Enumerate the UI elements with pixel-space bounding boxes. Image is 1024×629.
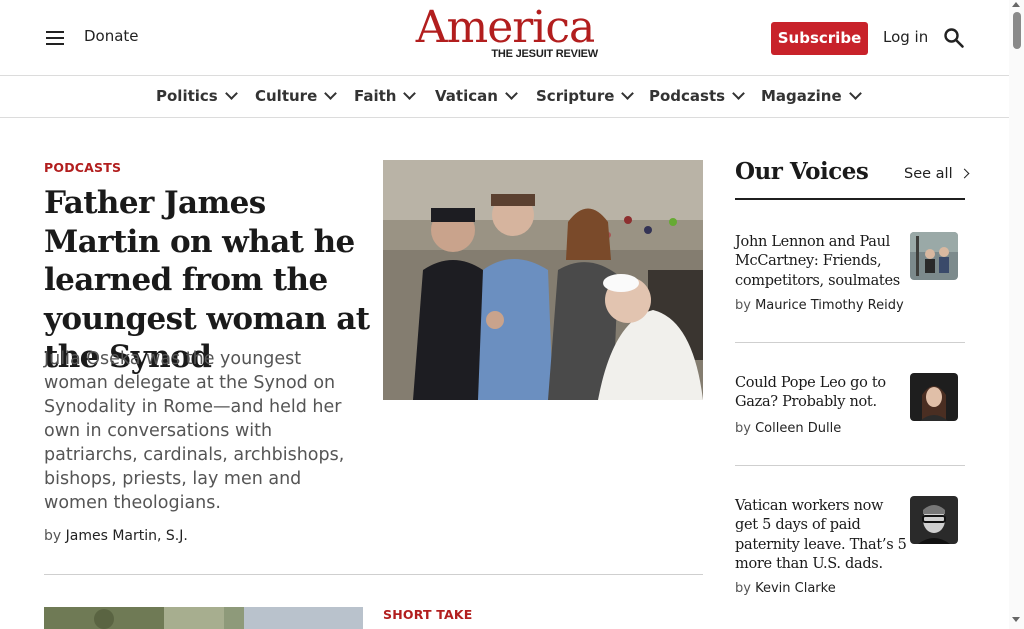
chevron-down-icon bbox=[621, 87, 635, 100]
see-all-label: See all bbox=[904, 166, 953, 182]
author-link[interactable]: James Martin, S.J. bbox=[66, 528, 188, 544]
nav-item-label: Faith bbox=[354, 87, 397, 105]
chevron-down-icon bbox=[324, 87, 338, 100]
voice-item-byline: by Kevin Clarke bbox=[735, 581, 836, 596]
voice-item-title[interactable]: Could Pope Leo go to Gaza? Probably not. bbox=[735, 374, 907, 413]
our-voices-rule bbox=[735, 198, 965, 200]
nav-item-label: Culture bbox=[255, 87, 318, 105]
nav-item-faith[interactable]: Faith bbox=[354, 87, 417, 105]
site-header: Donate America THE JESUIT REVIEW Subscri… bbox=[0, 0, 1009, 76]
nav-item-magazine[interactable]: Magazine bbox=[761, 87, 862, 105]
nav-item-label: Podcasts bbox=[649, 87, 726, 105]
site-logo[interactable]: America THE JESUIT REVIEW bbox=[409, 2, 601, 61]
voice-item-thumbnail[interactable] bbox=[910, 232, 958, 280]
scroll-up-arrow-icon[interactable] bbox=[1012, 2, 1020, 7]
section-divider bbox=[44, 574, 703, 575]
author-link[interactable]: Kevin Clarke bbox=[755, 581, 836, 596]
secondary-story-kicker[interactable]: SHORT TAKE bbox=[383, 607, 473, 622]
nav-item-culture[interactable]: Culture bbox=[255, 87, 338, 105]
chevron-down-icon bbox=[403, 87, 417, 100]
byline-prefix: by bbox=[735, 581, 751, 596]
scroll-down-arrow-icon[interactable] bbox=[1012, 617, 1020, 622]
chevron-down-icon bbox=[224, 87, 238, 100]
chevron-right-icon bbox=[959, 168, 970, 179]
hamburger-menu-icon[interactable] bbox=[44, 27, 68, 49]
story-byline: by James Martin, S.J. bbox=[44, 528, 188, 544]
donate-link[interactable]: Donate bbox=[84, 27, 139, 45]
nav-item-label: Vatican bbox=[435, 87, 498, 105]
search-icon[interactable] bbox=[943, 27, 965, 49]
main-nav: Politics Culture Faith Vatican Scripture… bbox=[0, 77, 1009, 118]
voice-item-divider bbox=[735, 342, 965, 343]
voice-item-divider bbox=[735, 465, 965, 466]
nav-item-podcasts[interactable]: Podcasts bbox=[649, 87, 745, 105]
login-link[interactable]: Log in bbox=[883, 28, 928, 46]
see-all-link[interactable]: See all bbox=[904, 166, 970, 182]
subscribe-button[interactable]: Subscribe bbox=[771, 22, 868, 55]
voice-item-title[interactable]: Vatican workers now get 5 days of paid p… bbox=[735, 497, 907, 574]
chevron-down-icon bbox=[732, 87, 745, 100]
nav-item-scripture[interactable]: Scripture bbox=[536, 87, 635, 105]
story-kicker[interactable]: PODCASTS bbox=[44, 160, 121, 175]
hero-photo[interactable] bbox=[383, 160, 703, 400]
byline-prefix: by bbox=[735, 421, 751, 436]
author-link[interactable]: Maurice Timothy Reidy bbox=[755, 298, 904, 313]
nav-item-vatican[interactable]: Vatican bbox=[435, 87, 518, 105]
voice-item-title[interactable]: John Lennon and Paul McCartney: Friends,… bbox=[735, 233, 907, 291]
author-link[interactable]: Colleen Dulle bbox=[755, 421, 841, 436]
secondary-story-photo[interactable] bbox=[44, 607, 363, 629]
voice-item-byline: by Maurice Timothy Reidy bbox=[735, 298, 904, 313]
chevron-down-icon bbox=[848, 87, 862, 100]
logo-wordmark: America bbox=[415, 2, 596, 53]
chevron-down-icon bbox=[505, 87, 518, 100]
our-voices-title: Our Voices bbox=[735, 158, 869, 185]
scrollbar-thumb[interactable] bbox=[1013, 12, 1021, 49]
voice-item-thumbnail[interactable] bbox=[910, 496, 958, 544]
vertical-scrollbar[interactable] bbox=[1009, 0, 1024, 629]
story-dek: Julia Oseka was the youngest woman deleg… bbox=[44, 349, 345, 513]
voice-item-thumbnail[interactable] bbox=[910, 373, 958, 421]
nav-item-label: Politics bbox=[156, 87, 218, 105]
nav-item-label: Magazine bbox=[761, 87, 842, 105]
nav-item-label: Scripture bbox=[536, 87, 615, 105]
byline-prefix: by bbox=[44, 528, 62, 544]
voice-item-byline: by Colleen Dulle bbox=[735, 421, 841, 436]
byline-prefix: by bbox=[735, 298, 751, 313]
nav-item-politics[interactable]: Politics bbox=[156, 87, 238, 105]
